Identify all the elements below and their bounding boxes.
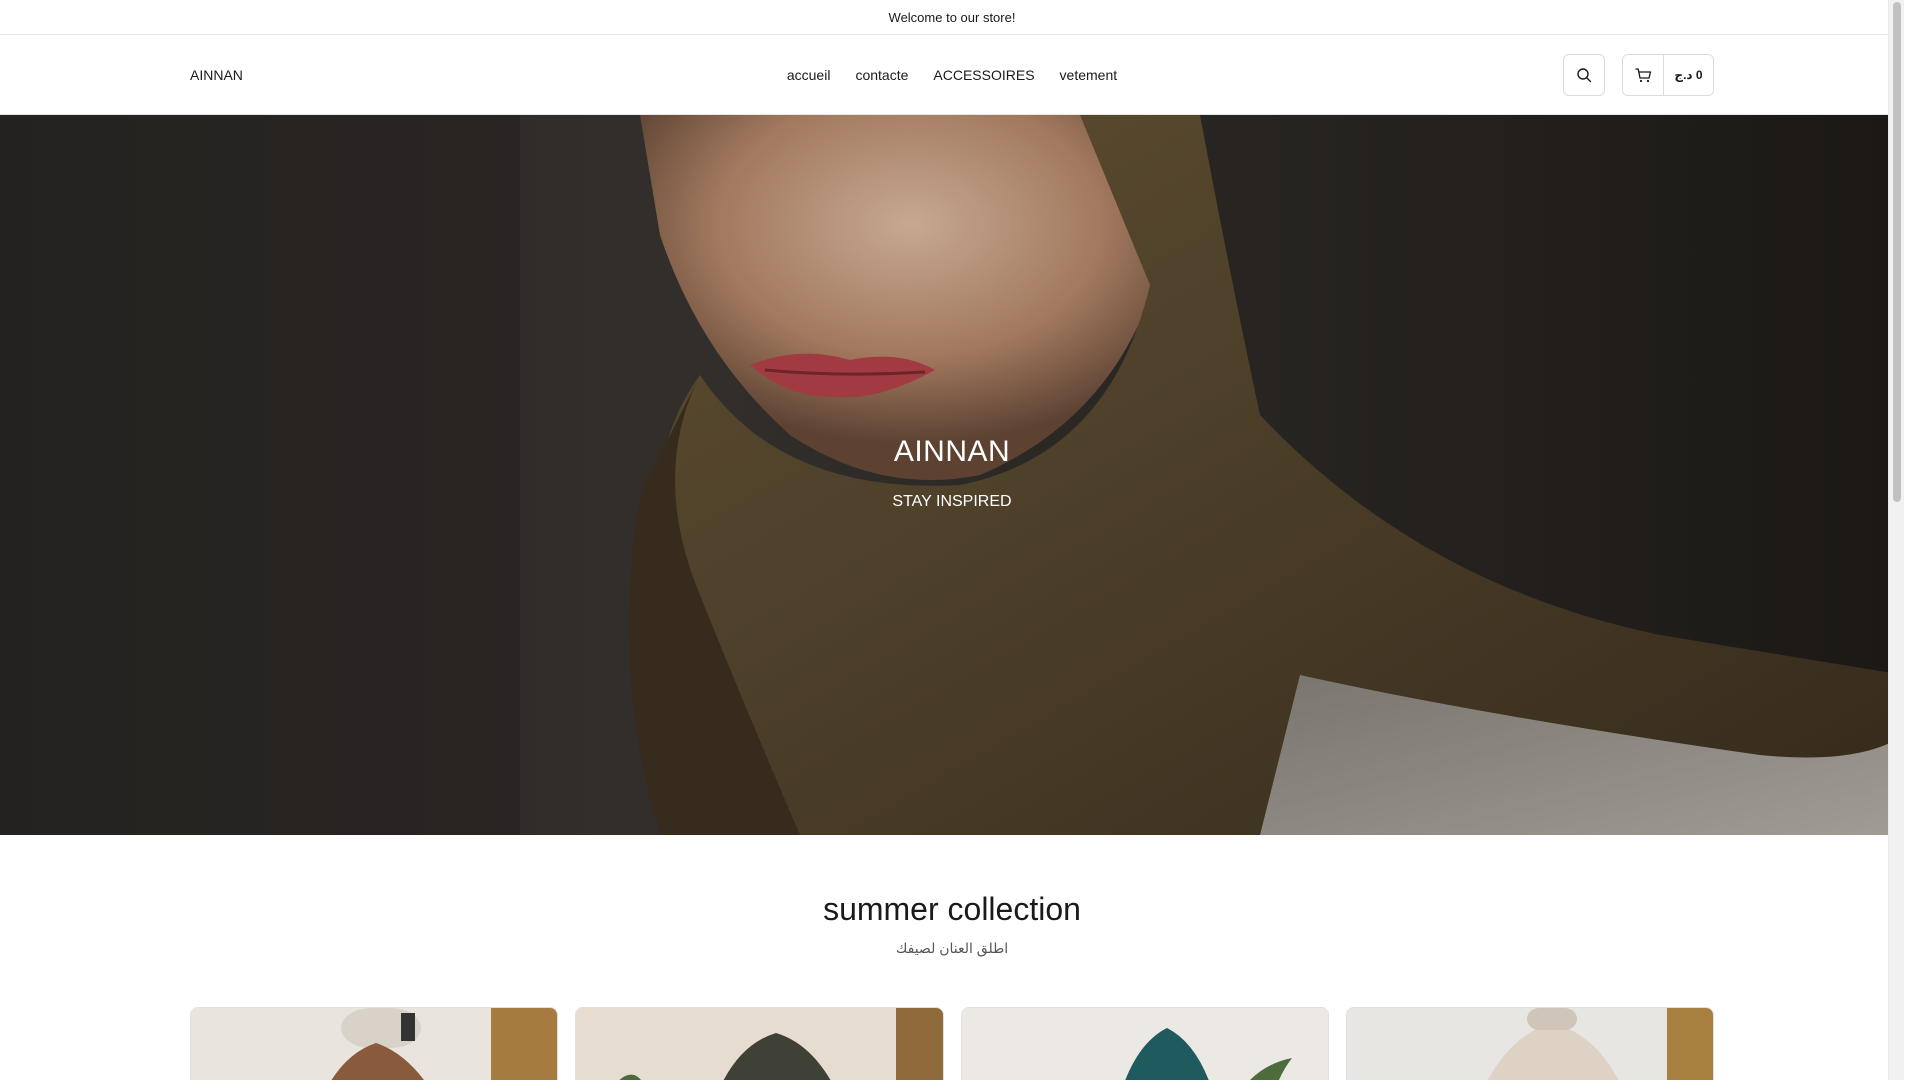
hero-banner: AINNAN STAY INSPIRED: [0, 115, 1904, 835]
product-card[interactable]: [190, 1007, 559, 1080]
collection-title: summer collection: [823, 891, 1081, 927]
nav-item-vetement[interactable]: vetement: [1060, 67, 1118, 83]
product-card[interactable]: [960, 1007, 1329, 1080]
collection-section: summer collection اطلق العنان لصيفك: [0, 835, 1904, 957]
cart-button[interactable]: 0 د.ج: [1622, 54, 1714, 96]
announcement-text: Welcome to our store!: [888, 9, 1016, 25]
nav-item-accueil[interactable]: accueil: [787, 67, 831, 83]
cart-total: 0 د.ج: [1674, 68, 1703, 82]
scrollbar-thumb[interactable]: [1893, 2, 1901, 502]
nav-item-accessoires[interactable]: ACCESSOIRES: [933, 67, 1034, 83]
store-logo[interactable]: AINNAN: [190, 35, 243, 115]
product-grid: [190, 1007, 1714, 1080]
page-scrollbar[interactable]: [1888, 0, 1904, 1080]
product-image-teal-abaya: [961, 1008, 1328, 1080]
product-card[interactable]: [1345, 1007, 1714, 1080]
product-image-cream-abaya: [1346, 1008, 1713, 1080]
hero-title: AINNAN: [893, 435, 1011, 468]
main-nav: accueil contacte ACCESSOIRES vetement: [0, 35, 1904, 115]
product-image-brown-abaya: [191, 1008, 558, 1080]
search-button[interactable]: [1563, 54, 1605, 96]
site-header: AINNAN accueil contacte ACCESSOIRES vete…: [0, 35, 1904, 115]
hero-subtitle: STAY INSPIRED: [892, 493, 1012, 510]
product-card[interactable]: [575, 1007, 944, 1080]
product-image-olive-abaya: [576, 1008, 943, 1080]
nav-item-contacte[interactable]: contacte: [855, 67, 908, 83]
search-icon: [1577, 68, 1592, 83]
cart-icon: [1634, 67, 1651, 82]
collection-subtitle: اطلق العنان لصيفك: [895, 940, 1009, 956]
page: Welcome to our store! AINNAN accueil con…: [0, 0, 1904, 1080]
announcement-bar: Welcome to our store!: [0, 0, 1904, 35]
